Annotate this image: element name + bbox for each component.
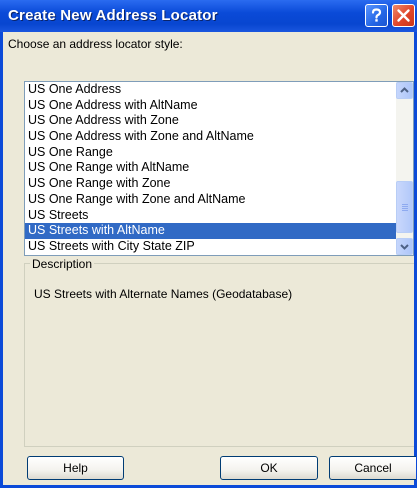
list-item[interactable]: US Streets with AltName — [25, 223, 396, 239]
help-button[interactable]: Help — [27, 456, 124, 480]
list-item[interactable]: US One Range with Zone — [25, 176, 396, 192]
list-item[interactable]: US Streets with City State ZIP and AltNa… — [25, 255, 396, 256]
cancel-button[interactable]: Cancel — [329, 456, 416, 480]
window-title: Create New Address Locator — [8, 7, 218, 24]
close-title-button[interactable] — [392, 4, 415, 27]
list-item[interactable]: US One Range with Zone and AltName — [25, 192, 396, 208]
thumb-grip-line — [402, 206, 408, 207]
window-frame-left — [0, 32, 3, 488]
scroll-down-button[interactable] — [396, 238, 413, 255]
locator-style-listbox[interactable]: US One Address US One Address with AltNam… — [24, 81, 414, 256]
list-item[interactable]: US One Range with AltName — [25, 160, 396, 176]
ok-button[interactable]: OK — [220, 456, 318, 480]
locator-style-prompt: Choose an address locator style: — [8, 37, 183, 51]
thumb-grip-line — [402, 204, 408, 205]
title-bar[interactable]: Create New Address Locator — [0, 0, 417, 32]
list-item[interactable]: US One Address — [25, 82, 396, 98]
chevron-down-icon — [400, 244, 409, 250]
dialog-window: Create New Address Locator Choose an add… — [0, 0, 417, 488]
list-item[interactable]: US Streets — [25, 208, 396, 224]
thumb-grip-line — [402, 208, 408, 209]
list-item[interactable]: US One Address with AltName — [25, 98, 396, 114]
chevron-up-icon — [400, 87, 409, 93]
list-scrollbar[interactable] — [396, 82, 413, 255]
description-text: US Streets with Alternate Names (Geodata… — [34, 287, 293, 301]
thumb-grip-line — [402, 210, 408, 211]
description-legend: Description — [30, 257, 95, 271]
list-item[interactable]: US Streets with City State ZIP — [25, 239, 396, 255]
question-mark-icon — [371, 8, 382, 22]
help-title-button[interactable] — [365, 4, 388, 27]
list-item[interactable]: US One Address with Zone — [25, 113, 396, 129]
list-item[interactable]: US One Range — [25, 145, 396, 161]
close-icon — [397, 9, 410, 22]
locator-style-list: US One Address US One Address with AltNam… — [25, 82, 396, 256]
scroll-thumb[interactable] — [396, 181, 413, 233]
list-item[interactable]: US One Address with Zone and AltName — [25, 129, 396, 145]
scroll-up-button[interactable] — [396, 82, 413, 99]
